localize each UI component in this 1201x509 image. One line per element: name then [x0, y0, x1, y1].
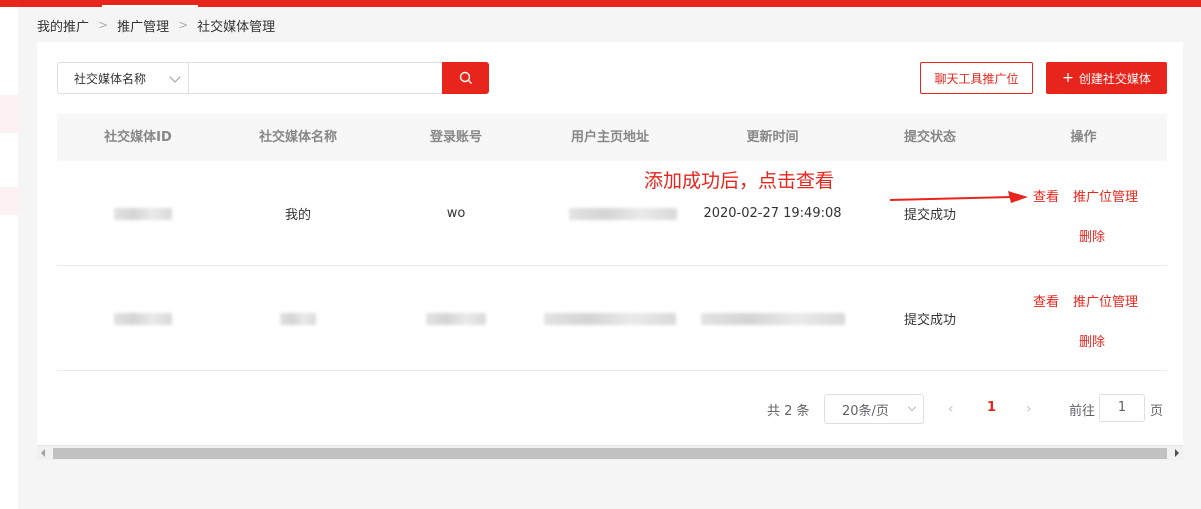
- redacted-value: [568, 207, 677, 220]
- table-row: 我的 wo 2020-02-27 19:49:08 提交成功 查看 推广位管理 …: [57, 161, 1167, 266]
- view-link[interactable]: 查看: [1033, 186, 1059, 205]
- cell-account: wo: [446, 206, 466, 221]
- search-field-select[interactable]: 社交媒体名称: [57, 62, 189, 94]
- cell-id: [57, 161, 229, 266]
- redacted-value: [114, 312, 172, 325]
- search-field-select-value: 社交媒体名称: [74, 71, 147, 86]
- page-size-select[interactable]: 20条/页: [824, 394, 924, 424]
- breadcrumb-item-social-media-management: 社交媒体管理: [197, 19, 276, 35]
- redacted-value: [114, 207, 172, 220]
- column-header-name: 社交媒体名称: [258, 130, 337, 145]
- redacted-value: [700, 312, 845, 325]
- breadcrumb: 我的推广 > 推广管理 > 社交媒体管理: [37, 15, 275, 35]
- breadcrumb-separator-icon: >: [98, 18, 109, 32]
- cell-status: 提交成功: [903, 313, 956, 328]
- cell-name: [219, 266, 377, 371]
- cell-homepage: [535, 266, 685, 371]
- view-link[interactable]: 查看: [1033, 291, 1059, 310]
- goto-label: 前往: [1069, 403, 1096, 419]
- column-header-actions: 操作: [1070, 130, 1097, 145]
- cell-account: [377, 266, 535, 371]
- search-input[interactable]: [188, 62, 443, 94]
- plus-icon: +: [1062, 70, 1074, 86]
- chevron-down-icon: [907, 402, 917, 412]
- column-header-status: 提交状态: [903, 130, 956, 145]
- page-size-value: 20条/页: [842, 403, 889, 419]
- goto-page-input[interactable]: 1: [1099, 394, 1145, 422]
- delete-link[interactable]: 删除: [1079, 226, 1105, 245]
- delete-link[interactable]: 删除: [1079, 331, 1105, 350]
- social-media-table: 社交媒体ID 社交媒体名称 登录账号 用户主页地址 更新时间 提交状态 操作 我…: [57, 114, 1167, 371]
- top-accent-bar: [0, 0, 1201, 7]
- pagination-total: 共 2 条: [767, 403, 810, 419]
- breadcrumb-separator-icon: >: [178, 18, 189, 32]
- cell-status: 提交成功: [903, 208, 956, 223]
- left-sidebar-edge: [0, 7, 18, 509]
- column-header-homepage: 用户主页地址: [570, 130, 649, 145]
- cell-name: 我的: [284, 208, 311, 223]
- breadcrumb-item-my-promotion[interactable]: 我的推广: [37, 16, 89, 35]
- sidebar-highlight: [0, 187, 18, 215]
- column-header-id: 社交媒体ID: [104, 130, 172, 145]
- cell-updated: [685, 266, 860, 371]
- next-page-icon[interactable]: ›: [1026, 401, 1032, 417]
- promotion-slot-management-link[interactable]: 推广位管理: [1073, 186, 1138, 205]
- redacted-value: [280, 312, 316, 325]
- search-icon: [459, 71, 472, 84]
- horizontal-scrollbar[interactable]: [37, 445, 1183, 460]
- cell-id: [57, 266, 229, 371]
- annotation-text: 添加成功后，点击查看: [644, 170, 835, 192]
- scrollbar-thumb[interactable]: [53, 448, 1167, 459]
- create-social-media-button[interactable]: + 创建社交媒体: [1046, 62, 1167, 94]
- column-header-account: 登录账号: [429, 130, 482, 145]
- table-row: 提交成功 查看 推广位管理 删除: [57, 266, 1167, 371]
- chevron-down-icon: [169, 71, 181, 83]
- scroll-left-icon[interactable]: [41, 449, 45, 457]
- row-actions: 查看 推广位管理 删除: [1021, 161, 1147, 266]
- row-actions: 查看 推广位管理 删除: [1021, 266, 1147, 371]
- annotation-arrow-icon: [889, 191, 1028, 203]
- sidebar-highlight: [0, 95, 18, 133]
- promotion-slot-management-link[interactable]: 推广位管理: [1073, 291, 1138, 310]
- create-social-media-label: 创建社交媒体: [1078, 71, 1151, 86]
- search-button[interactable]: [442, 62, 489, 94]
- current-page-number[interactable]: 1: [987, 400, 996, 415]
- chat-tool-promotion-button[interactable]: 聊天工具推广位: [920, 62, 1033, 94]
- table-header: 社交媒体ID 社交媒体名称 登录账号 用户主页地址 更新时间 提交状态 操作: [57, 114, 1167, 161]
- prev-page-icon[interactable]: ‹: [948, 401, 954, 417]
- redacted-value: [544, 312, 676, 325]
- page-suffix: 页: [1150, 403, 1164, 419]
- redacted-value: [426, 312, 486, 325]
- scroll-right-icon[interactable]: [1175, 449, 1179, 457]
- column-header-updated: 更新时间: [746, 130, 799, 145]
- breadcrumb-item-promotion-management[interactable]: 推广管理: [117, 16, 169, 35]
